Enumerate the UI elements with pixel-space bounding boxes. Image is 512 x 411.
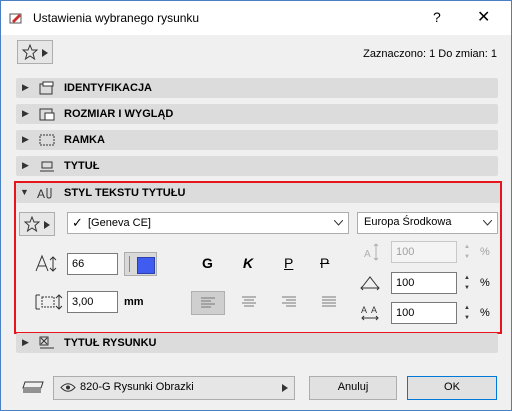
align-center-button[interactable] [233, 291, 265, 313]
frame-icon [39, 134, 55, 146]
svg-text:A: A [371, 305, 377, 315]
help-button[interactable]: ? [433, 9, 441, 25]
align-center-icon [242, 296, 256, 307]
line-spacing-icon [35, 294, 63, 310]
section-label: RAMKA [64, 134, 105, 146]
title-icon [40, 161, 54, 172]
width-scale-icon [360, 276, 380, 291]
chevron-right-icon: ▶ [22, 337, 29, 347]
svg-text:A: A [364, 249, 371, 260]
eye-icon [60, 383, 76, 392]
section-tytul[interactable]: ▶ TYTUŁ [16, 156, 498, 176]
section-styl[interactable]: ▼ A STYL TEKSTU TYTUŁU [16, 183, 500, 203]
section-label: STYL TEKSTU TYTUŁU [64, 187, 186, 199]
svg-text:A: A [37, 187, 45, 201]
char-spacing-spinner[interactable]: ▲ ▼ [462, 303, 472, 323]
char-spacing-icon: A A [361, 305, 379, 321]
layers-icon [22, 381, 44, 393]
height-scale-icon: A [364, 243, 379, 261]
section-label: IDENTYFIKACJA [64, 82, 153, 94]
font-select[interactable]: ✓ [Geneva CE] [67, 212, 349, 234]
ok-button[interactable]: OK [407, 376, 497, 400]
section-tytul-rysunku[interactable]: ▶ TYTUŁ RYSUNKU [16, 333, 498, 353]
section-label: TYTUŁ [64, 160, 100, 172]
cancel-button[interactable]: Anuluj [309, 376, 397, 400]
font-value: [Geneva CE] [88, 217, 151, 229]
align-right-button[interactable] [273, 291, 305, 313]
style-favorites-button[interactable] [19, 212, 55, 236]
view-select[interactable]: 820-G Rysunki Obrazki [53, 376, 295, 400]
svg-text:A: A [361, 305, 367, 315]
text-style-icon: A [37, 187, 52, 201]
align-justify-icon [322, 296, 336, 307]
section-identyfikacja[interactable]: ▶ IDENTYFIKACJA [16, 78, 498, 98]
align-left-icon [201, 297, 215, 308]
divider [129, 256, 130, 272]
chevron-down-icon [334, 220, 343, 226]
encoding-select[interactable]: Europa Środkowa [357, 212, 498, 234]
close-button[interactable]: ✕ [477, 7, 490, 27]
text-size-input[interactable]: 66 [67, 253, 118, 275]
selection-status: Zaznaczono: 1 Do zmian: 1 [363, 48, 497, 60]
char-spacing-input[interactable]: 100 [391, 302, 457, 324]
chevron-right-icon [282, 384, 288, 392]
section-styl-panel: ▼ A STYL TEKSTU TYTUŁU ✓ [Geneva CE] Eur [14, 181, 502, 334]
view-name: 820-G Rysunki Obrazki [80, 381, 194, 393]
spacing-unit: mm [124, 296, 144, 308]
section-label: TYTUŁ RYSUNKU [64, 337, 157, 349]
chevron-down-icon [483, 220, 492, 226]
bold-button[interactable]: G [202, 255, 213, 271]
chevron-down-icon: ▼ [20, 187, 29, 197]
encoding-value: Europa Środkowa [364, 216, 452, 228]
percent-label: % [480, 307, 490, 319]
window-title: Ustawienia wybranego rysunku [33, 11, 200, 25]
size-icon [39, 108, 55, 121]
width-scale-spinner[interactable]: ▲ ▼ [462, 273, 472, 293]
width-scale-input[interactable]: 100 [391, 272, 457, 294]
section-ramka[interactable]: ▶ RAMKA [16, 130, 498, 150]
strikethrough-button[interactable]: P [320, 255, 329, 271]
check-icon: ✓ [72, 215, 83, 230]
align-left-button[interactable] [191, 291, 225, 315]
align-justify-button[interactable] [313, 291, 345, 313]
height-scale-input: 100 [391, 241, 457, 263]
underline-button[interactable]: P [284, 255, 293, 271]
percent-label: % [480, 277, 490, 289]
section-label: ROZMIAR I WYGLĄD [64, 108, 174, 120]
pen-color-swatch [137, 257, 155, 274]
align-right-icon [282, 296, 296, 307]
title-bar: Ustawienia wybranego rysunku ? ✕ [1, 1, 511, 35]
id-icon [39, 81, 54, 95]
chevron-right-icon: ▶ [22, 82, 29, 92]
dialog-window: Ustawienia wybranego rysunku ? ✕ Zaznacz… [0, 0, 512, 411]
star-icon [24, 216, 40, 232]
star-icon [22, 44, 38, 60]
favorites-button[interactable] [17, 40, 53, 64]
chevron-right-icon [44, 221, 50, 229]
chevron-right-icon: ▶ [22, 108, 29, 118]
chevron-right-icon [42, 49, 48, 57]
text-size-icon [35, 254, 57, 272]
drawing-settings-icon [9, 13, 22, 24]
chevron-right-icon: ▶ [22, 134, 29, 144]
height-scale-spinner: ▲ ▼ [464, 244, 470, 260]
italic-button[interactable]: K [243, 255, 253, 271]
drawing-title-icon [39, 336, 54, 349]
spacing-input[interactable]: 3,00 [67, 291, 118, 313]
pen-color-button[interactable] [124, 252, 157, 276]
chevron-right-icon: ▶ [22, 160, 29, 170]
percent-label: % [480, 246, 490, 258]
section-rozmiar[interactable]: ▶ ROZMIAR I WYGLĄD [16, 104, 498, 124]
